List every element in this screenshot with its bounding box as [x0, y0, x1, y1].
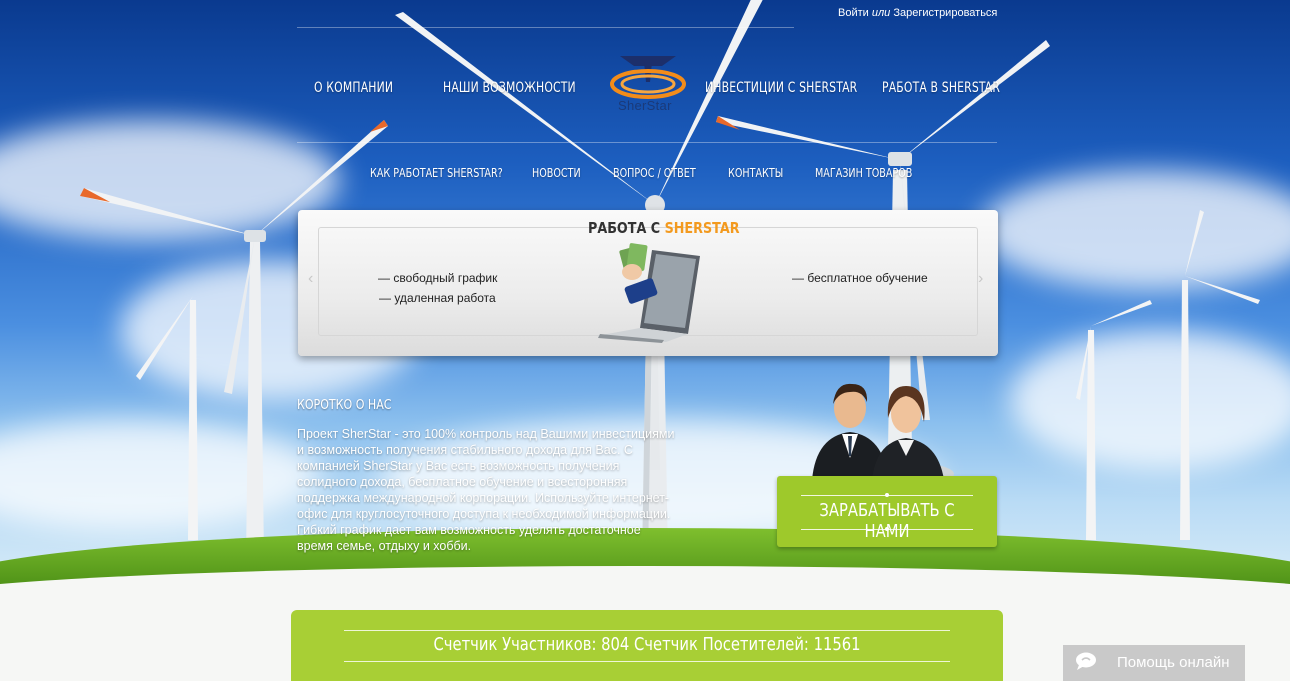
about-title: КОРОТКО О НАС	[297, 398, 392, 413]
online-help-label: Помощь онлайн	[1117, 654, 1230, 671]
slider-prev-arrow[interactable]: ‹	[308, 270, 313, 288]
earn-with-us-label: ЗАРАБАТЫВАТЬ С НАМИ	[819, 500, 955, 542]
slider-left-line: — удаленная работа	[379, 291, 496, 305]
divider-dot	[885, 493, 889, 497]
logo-text: SherStar	[618, 98, 672, 113]
auth-links: Войти или Зарегистрироваться	[838, 7, 997, 19]
nav-news[interactable]: НОВОСТИ	[532, 166, 581, 180]
nav-how-it-works[interactable]: КАК РАБОТАЕТ SHERSTAR?	[370, 166, 503, 180]
slider-title: РАБОТА С SHERSTAR	[588, 219, 740, 237]
nav-work-in-sherstar[interactable]: РАБОТА В SHERSTAR	[882, 80, 1000, 96]
register-link[interactable]: Зарегистрироваться	[893, 7, 997, 19]
about-text: Проект SherStar - это 100% контроль над …	[297, 427, 675, 553]
earn-with-us-button[interactable]: ЗАРАБАТЫВАТЬ С НАМИ	[777, 476, 997, 547]
counter-text: Счетчик Участников: 804 Счетчик Посетите…	[433, 634, 861, 655]
nav-investments[interactable]: ИНВЕСТИЦИИ С SHERSTAR	[705, 80, 857, 96]
slider-right-line: — бесплатное обучение	[792, 271, 928, 285]
slider-title-prefix: РАБОТА С	[588, 219, 661, 237]
divider-dot	[885, 527, 889, 531]
divider	[297, 27, 794, 28]
nav-about-company[interactable]: О КОМПАНИИ	[314, 80, 393, 96]
slider-next-arrow[interactable]: ›	[978, 270, 983, 288]
slider-left-line: — свободный график	[378, 271, 498, 285]
nav-shop[interactable]: МАГАЗИН ТОВАРОВ	[815, 166, 912, 180]
slider-title-brand: SHERSTAR	[664, 219, 740, 237]
login-link[interactable]: Войти	[838, 7, 869, 19]
laptop-money-illustration	[596, 243, 700, 343]
nav-our-opportunities[interactable]: НАШИ ВОЗМОЖНОСТИ	[443, 80, 576, 96]
nav-faq[interactable]: ВОПРОС / ОТВЕТ	[613, 166, 696, 180]
or-separator: или	[871, 7, 891, 19]
divider	[344, 661, 950, 662]
turbine	[136, 296, 198, 540]
chat-bubble-icon	[1076, 652, 1096, 670]
stats-counter: Счетчик Участников: 804 Счетчик Посетите…	[291, 610, 1003, 681]
business-people-photo	[812, 383, 954, 480]
nav-contacts[interactable]: КОНТАКТЫ	[728, 166, 783, 180]
online-help-button[interactable]: Помощь онлайн	[1063, 645, 1245, 681]
promo-slider: РАБОТА С SHERSTAR — свободный график — у…	[298, 210, 998, 356]
divider	[344, 630, 950, 631]
divider	[297, 142, 997, 143]
